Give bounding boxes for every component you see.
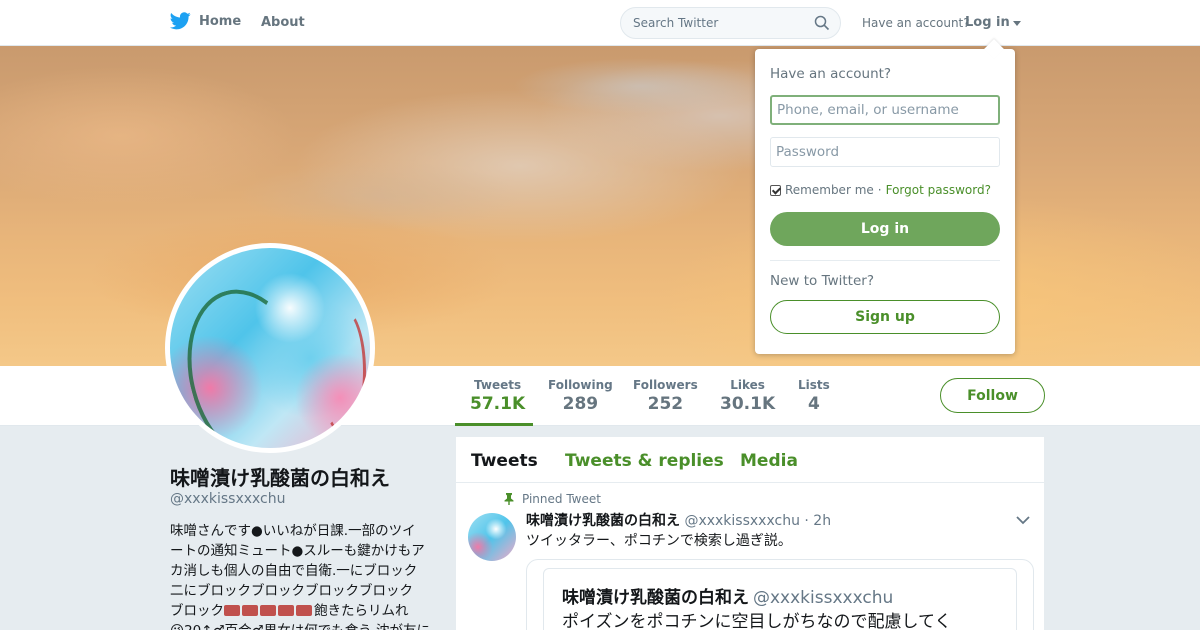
twitter-bird-icon (170, 12, 191, 30)
timeline: Tweets Tweets & replies Media Pinned Twe… (456, 437, 1044, 630)
bio-line: 😉20↑♂百合♂男女は何でも食う.沈が友に (170, 621, 436, 630)
brick-emoji-icon (224, 605, 240, 616)
brick-emoji-icon (242, 605, 258, 616)
bio-line: カ消しも個人の自由で自衛.一にブロック (170, 563, 418, 579)
bio-text: 飽きたらリムれ (314, 603, 409, 619)
stat-label: Followers (633, 378, 698, 392)
profile-handle[interactable]: @xxxkissxxxchu (170, 491, 286, 507)
search-box[interactable]: Search Twitter (620, 7, 841, 39)
search-input[interactable]: Search Twitter (633, 16, 718, 30)
avatar-image (170, 248, 370, 448)
bio-text: ブロック (170, 603, 224, 619)
signup-button[interactable]: Sign up (770, 300, 1000, 334)
follow-button[interactable]: Follow (940, 378, 1045, 413)
stat-following[interactable]: Following 289 (548, 378, 613, 414)
quoted-tweet-text: ポイズンをポコチンに空目しがちなので配慮してく (562, 612, 952, 630)
profile-bio: 味噌さんです●いいねが日課.一部のツイ ートの通知ミュート●スルーも鍵かけもア … (170, 521, 436, 630)
tweet-timestamp[interactable]: · 2h (804, 513, 831, 529)
stat-label: Tweets (474, 378, 522, 392)
stat-likes[interactable]: Likes 30.1K (720, 378, 775, 414)
stat-value: 4 (807, 394, 820, 414)
brick-emoji-icon (296, 605, 312, 616)
quoted-author-handle: @xxxkissxxxchu (753, 588, 894, 608)
stat-value: 289 (562, 394, 599, 414)
dropdown-divider (770, 260, 1000, 261)
brick-emoji-icon (278, 605, 294, 616)
nav-home-link[interactable]: Home (170, 12, 241, 30)
stat-label: Likes (730, 378, 765, 392)
nav-home-label: Home (199, 13, 242, 29)
tab-tweets[interactable]: Tweets (471, 451, 538, 471)
have-account-text: Have an account? (862, 16, 970, 30)
bio-line: ートの通知ミュート●スルーも鍵かけもア (170, 543, 425, 559)
nav-about-link[interactable]: About (261, 15, 305, 30)
remember-me-checkbox[interactable] (770, 184, 781, 196)
stat-value: 57.1K (470, 394, 526, 414)
remember-row: Remember me · Forgot password? (770, 183, 991, 197)
quoted-tweet-card[interactable]: 味噌漬け乳酸菌の白和え @xxxkissxxxchu ポイズンをポコチンに空目しが… (526, 559, 1034, 630)
stat-label: Following (548, 378, 613, 392)
stat-lists[interactable]: Lists 4 (798, 378, 830, 414)
quoted-tweet-header: 味噌漬け乳酸菌の白和え @xxxkissxxxchu (562, 583, 893, 608)
login-menu-label: Log in (965, 15, 1010, 30)
login-button[interactable]: Log in (770, 212, 1000, 246)
login-dropdown: Have an account? Remember me · Forgot pa… (755, 39, 1015, 354)
stat-value: 30.1K (720, 394, 776, 414)
tab-media[interactable]: Media (740, 451, 798, 471)
bio-line: 二にブロックブロックブロックブロック (170, 583, 413, 599)
username-field[interactable] (770, 95, 1000, 125)
tweet-author-name[interactable]: 味噌漬け乳酸菌の白和え (526, 513, 680, 529)
chevron-down-icon[interactable] (1016, 515, 1030, 525)
bio-line-bricks: ブロック 飽きたらリムれ (170, 601, 436, 621)
top-nav-bar: Home About Search Twitter Have an accoun… (0, 0, 1200, 46)
quoted-author-name: 味噌漬け乳酸菌の白和え (562, 588, 749, 608)
tweet-avatar[interactable] (468, 513, 516, 561)
active-stat-underline (455, 423, 533, 426)
stat-tweets[interactable]: Tweets 57.1K (470, 378, 525, 414)
pinned-label: Pinned Tweet (522, 492, 601, 506)
dropdown-title: Have an account? (770, 66, 892, 82)
tweet-author-handle[interactable]: @xxxkissxxxchu (684, 513, 800, 529)
remember-me-label[interactable]: Remember me (785, 183, 874, 197)
forgot-password-link[interactable]: Forgot password? (886, 183, 991, 197)
profile-name: 味噌漬け乳酸菌の白和え (170, 466, 390, 490)
tweet-header: 味噌漬け乳酸菌の白和え @xxxkissxxxchu · 2h (526, 510, 831, 530)
quoted-tweet-inner: 味噌漬け乳酸菌の白和え @xxxkissxxxchu ポイズンをポコチンに空目しが… (543, 568, 1017, 630)
profile-avatar[interactable] (165, 243, 375, 453)
caret-down-icon (1012, 20, 1021, 26)
separator-dot: · (877, 183, 882, 197)
bio-line: 味噌さんです●いいねが日課.一部のツイ (170, 523, 416, 539)
tweet-text: ツイッタラー、ポコチンで検索し過ぎ説。 (526, 533, 792, 549)
login-menu-toggle[interactable]: Log in (965, 15, 1021, 30)
pin-icon (504, 493, 514, 505)
new-to-twitter-text: New to Twitter? (770, 273, 874, 289)
stat-value: 252 (647, 394, 684, 414)
pinned-tweet-label: Pinned Tweet (504, 492, 601, 506)
stat-label: Lists (798, 378, 830, 392)
tab-tweets-replies[interactable]: Tweets & replies (565, 451, 724, 471)
stat-followers[interactable]: Followers 252 (633, 378, 698, 414)
brick-emoji-icon (260, 605, 276, 616)
search-icon[interactable] (814, 15, 830, 31)
password-field[interactable] (770, 137, 1000, 167)
timeline-tabs: Tweets Tweets & replies Media (456, 437, 1044, 483)
